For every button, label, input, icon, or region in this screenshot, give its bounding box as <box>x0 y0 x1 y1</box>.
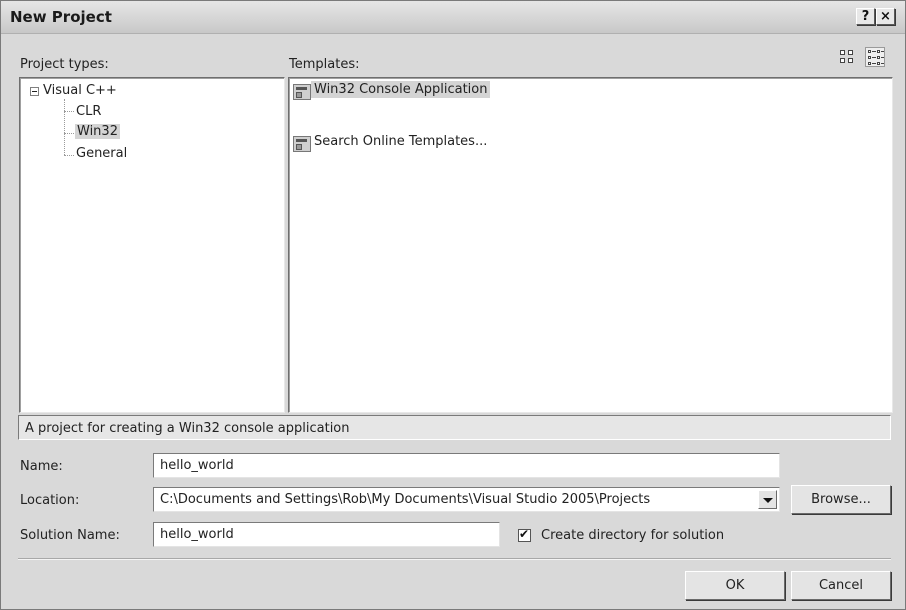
location-label: Location: <box>20 493 80 508</box>
tree-item-visual-cpp[interactable]: Visual C++ <box>43 83 117 98</box>
project-types-tree[interactable]: Visual C++ CLR Win32 General <box>19 77 285 413</box>
create-directory-checkbox[interactable] <box>518 527 531 542</box>
create-directory-label[interactable]: Create directory for solution <box>541 528 724 543</box>
collapse-icon[interactable] <box>30 87 39 96</box>
cancel-button[interactable]: Cancel <box>791 571 891 600</box>
search-online-templates-icon <box>293 136 311 152</box>
chevron-down-icon[interactable] <box>758 490 777 509</box>
small-icons-view-icon[interactable] <box>865 47 885 67</box>
solution-name-input[interactable]: hello_world <box>153 522 500 547</box>
help-button[interactable]: ? <box>856 8 875 25</box>
templates-label: Templates: <box>289 57 360 72</box>
name-label: Name: <box>20 459 63 474</box>
templates-list[interactable]: Win32 Console Application Search Online … <box>288 77 893 413</box>
separator <box>18 558 891 560</box>
tree-item-clr[interactable]: CLR <box>76 104 101 119</box>
template-win32-console-app[interactable]: Win32 Console Application <box>311 81 491 98</box>
new-project-dialog: New Project ? × Project types: Templates… <box>0 0 906 610</box>
window-title: New Project <box>10 8 112 26</box>
browse-button[interactable]: Browse... <box>791 485 891 514</box>
location-value: C:\Documents and Settings\Rob\My Documen… <box>160 492 651 507</box>
name-input[interactable]: hello_world <box>153 453 780 478</box>
solution-name-label: Solution Name: <box>20 528 120 543</box>
location-combobox[interactable]: C:\Documents and Settings\Rob\My Documen… <box>153 487 780 512</box>
tree-item-general[interactable]: General <box>76 146 127 161</box>
close-button[interactable]: × <box>876 8 895 25</box>
ok-button[interactable]: OK <box>685 571 785 600</box>
title-bar: New Project ? × <box>1 1 905 34</box>
project-types-label: Project types: <box>20 57 109 72</box>
tree-item-win32[interactable]: Win32 <box>75 124 120 139</box>
win32-console-app-icon <box>293 84 311 100</box>
large-icons-view-icon[interactable] <box>838 47 858 67</box>
template-description: A project for creating a Win32 console a… <box>18 415 891 440</box>
template-search-online[interactable]: Search Online Templates... <box>314 134 487 149</box>
